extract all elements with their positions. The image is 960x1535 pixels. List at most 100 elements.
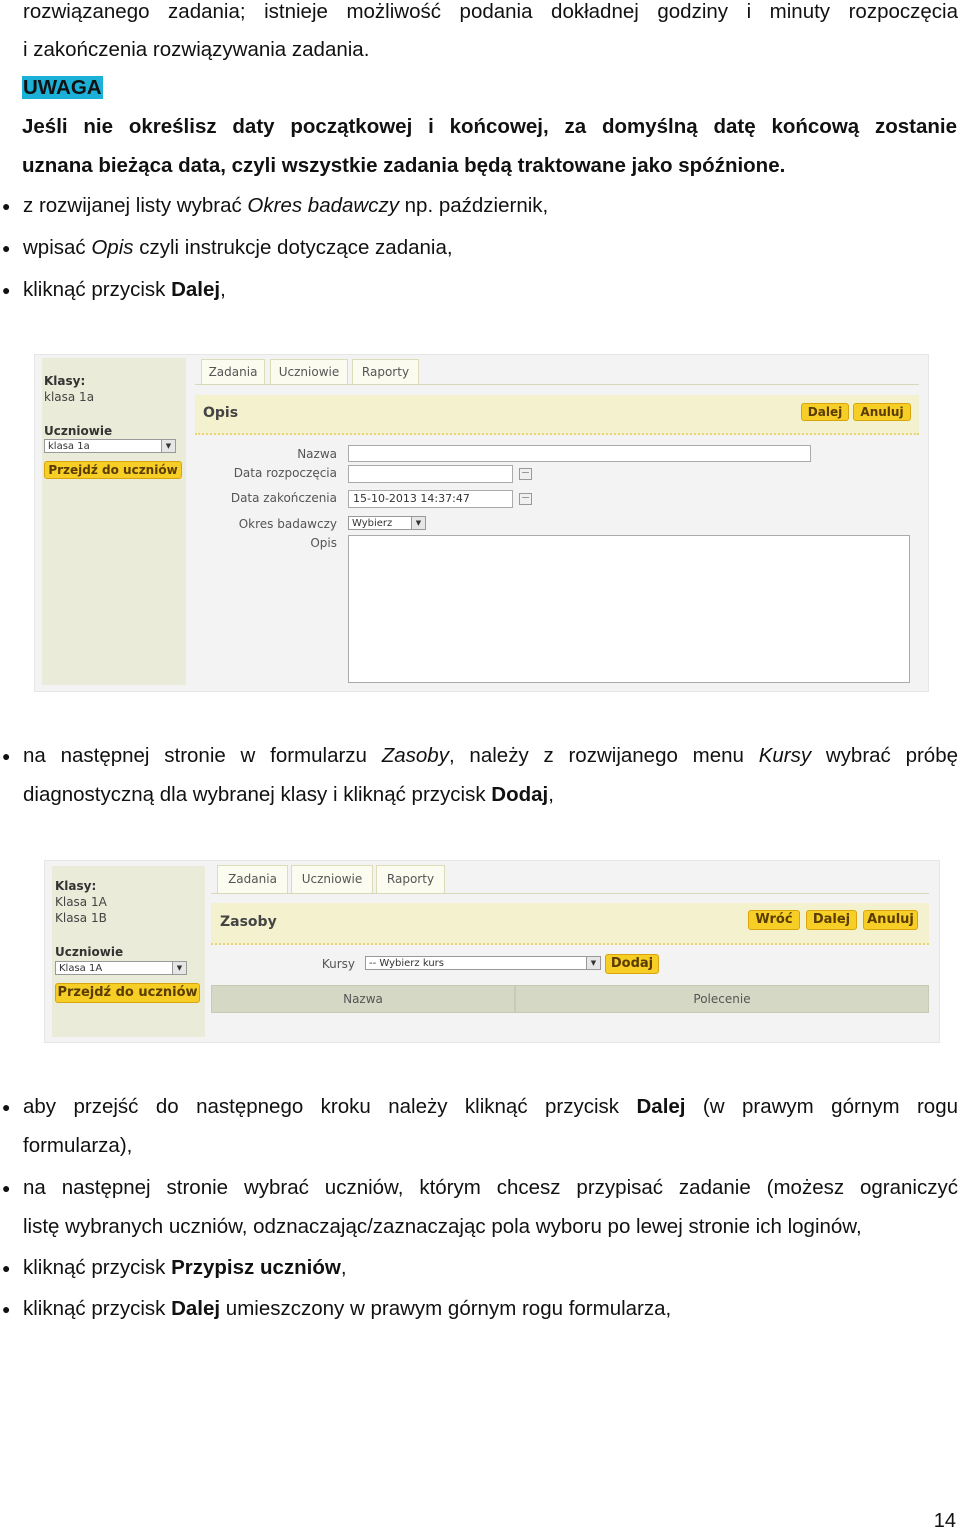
step-select-students-line-1: na następnej stronie wybrać uczniów, któ… [23,1176,958,1199]
tab-divider [211,893,929,894]
class-item[interactable]: klasa 1a [44,390,94,404]
end-date-label: Data zakończenia [230,491,337,505]
form-header: Zasoby Wróć Dalej Anuluj [211,903,929,945]
text-segment: czyli instrukcje dotyczące zadania, [133,236,453,259]
description-label: Opis [310,536,337,550]
text-segment: , [548,783,554,806]
warning-line-2: uznana bieżąca data, czyli wszystkie zad… [22,154,786,177]
emphasis: Opis [91,236,134,259]
students-select[interactable]: Klasa 1A ▼ [55,961,187,975]
tab-zadania[interactable]: Zadania [201,359,265,384]
students-select-value: Klasa 1A [59,963,103,974]
period-select-value: Wybierz [352,518,393,529]
description-textarea[interactable] [348,535,910,683]
form-title: Zasoby [220,914,277,930]
name-input[interactable] [348,445,811,462]
students-label: Uczniowie [44,424,113,438]
strong: Przypisz uczniów [171,1256,341,1279]
step-select-period: z rozwijanej listy wybrać Okres badawczy… [23,194,548,218]
text-segment: kliknąć przycisk [23,278,172,301]
start-date-label: Data rozpoczęcia [233,466,337,480]
period-select[interactable]: Wybierz ▼ [348,516,426,530]
text-segment: np. październik, [398,194,549,217]
column-header-name: Nazwa [211,985,515,1013]
tab-uczniowie[interactable]: Uczniowie [291,865,373,893]
emphasis: Zasoby [381,744,449,767]
page-number: 14 [933,1510,956,1532]
intro-line-2: i zakończenia rozwiązywania zadania. [23,38,370,61]
courses-label: Kursy [321,957,355,971]
strong: Dodaj [491,783,549,806]
bullet-dot: ● [2,198,11,214]
sidebar: Klasy: Klasa 1A Klasa 1B Uczniowie Klasa… [52,866,205,1037]
step-click-next: kliknąć przycisk Dalej, [23,278,226,302]
tab-uczniowie[interactable]: Uczniowie [270,359,348,384]
bullet-dot: ● [2,282,11,298]
warning-line-1: Jeśli nie określisz daty początkowej i k… [22,115,957,138]
tab-raporty[interactable]: Raporty [376,865,445,893]
goto-students-button[interactable]: Przejdź do uczniów [55,983,200,1003]
students-select-value: klasa 1a [48,441,90,452]
bullet-dot: ● [2,240,11,256]
warning-highlight: UWAGA [22,76,103,99]
cancel-button[interactable]: Anuluj [863,910,918,930]
name-label: Nazwa [297,447,337,461]
text-segment: (w prawym górnym rogu [685,1095,958,1118]
add-button[interactable]: Dodaj [605,954,659,974]
tab-raporty[interactable]: Raporty [352,359,419,384]
step-click-next-final: kliknąć przycisk Dalej umieszczony w pra… [23,1297,671,1321]
back-button[interactable]: Wróć [748,910,800,930]
chevron-down-icon: ▼ [586,957,600,969]
text-segment: diagnostyczną dla wybranej klasy i klikn… [23,783,492,806]
students-select[interactable]: klasa 1a ▼ [44,439,176,453]
step-next-line-1: aby przejść do następnego kroku należy k… [23,1095,958,1119]
calendar-icon[interactable] [519,468,532,480]
next-button[interactable]: Dalej [801,403,849,421]
chevron-down-icon: ▼ [161,440,175,452]
bullet-dot: ● [2,1099,11,1115]
chevron-down-icon: ▼ [172,962,186,974]
period-label: Okres badawczy [238,517,337,531]
text-segment: umieszczony w prawym górnym rogu formula… [220,1297,672,1320]
screenshot-opis-form: Klasy: klasa 1a Uczniowie klasa 1a ▼ Prze… [34,354,929,692]
screenshot-zasoby-form: Klasy: Klasa 1A Klasa 1B Uczniowie Klasa… [44,860,940,1043]
goto-students-button[interactable]: Przejdź do uczniów [44,461,182,479]
courses-select[interactable]: -- Wybierz kurs ▼ [365,956,601,970]
text-segment: , należy z rozwijanego menu [448,744,759,767]
start-date-input[interactable] [348,465,513,483]
bullet-dot: ● [2,1301,11,1317]
form-title: Opis [203,405,239,421]
step-next-line-2: formularza), [23,1134,133,1157]
strong: Dalej [171,278,221,301]
text-segment: aby przejść do następnego kroku należy k… [23,1095,637,1118]
emphasis: Okres badawczy [247,194,399,217]
next-button[interactable]: Dalej [806,910,857,930]
form-header: Opis Dalej Anuluj [195,395,919,435]
sidebar: Klasy: klasa 1a Uczniowie klasa 1a ▼ Prze… [42,358,186,685]
chevron-down-icon: ▼ [411,517,425,529]
calendar-icon[interactable] [519,493,532,505]
step-zasoby-line-1: na następnej stronie w formularzu Zasoby… [23,744,958,768]
students-label: Uczniowie [55,945,124,959]
emphasis: Kursy [758,744,812,767]
column-header-command: Polecenie [515,985,929,1013]
class-item[interactable]: Klasa 1B [55,911,107,925]
end-date-input[interactable]: 15-10-2013 14:37:47 [348,490,513,508]
class-item[interactable]: Klasa 1A [55,895,107,909]
text-segment: kliknąć przycisk [23,1297,172,1320]
step-assign-students: kliknąć przycisk Przypisz uczniów, [23,1256,347,1280]
step-zasoby-line-2: diagnostyczną dla wybranej klasy i klikn… [23,783,554,807]
tab-zadania[interactable]: Zadania [217,865,288,893]
courses-select-value: -- Wybierz kurs [369,958,444,969]
warning-label: UWAGA [22,76,103,100]
bullet-dot: ● [2,748,11,764]
step-select-students-line-2: listę wybranych uczniów, odznaczając/zaz… [23,1215,862,1238]
step-enter-description: wpisać Opis czyli instrukcje dotyczące z… [23,236,453,260]
bullet-dot: ● [2,1180,11,1196]
cancel-button[interactable]: Anuluj [853,403,911,421]
intro-line-1: rozwiązanego zadania; istnieje możliwość… [23,0,958,23]
strong: Dalej [636,1095,686,1118]
text-segment: , [340,1256,347,1279]
text-segment: , [220,278,226,301]
tab-divider [195,384,919,385]
